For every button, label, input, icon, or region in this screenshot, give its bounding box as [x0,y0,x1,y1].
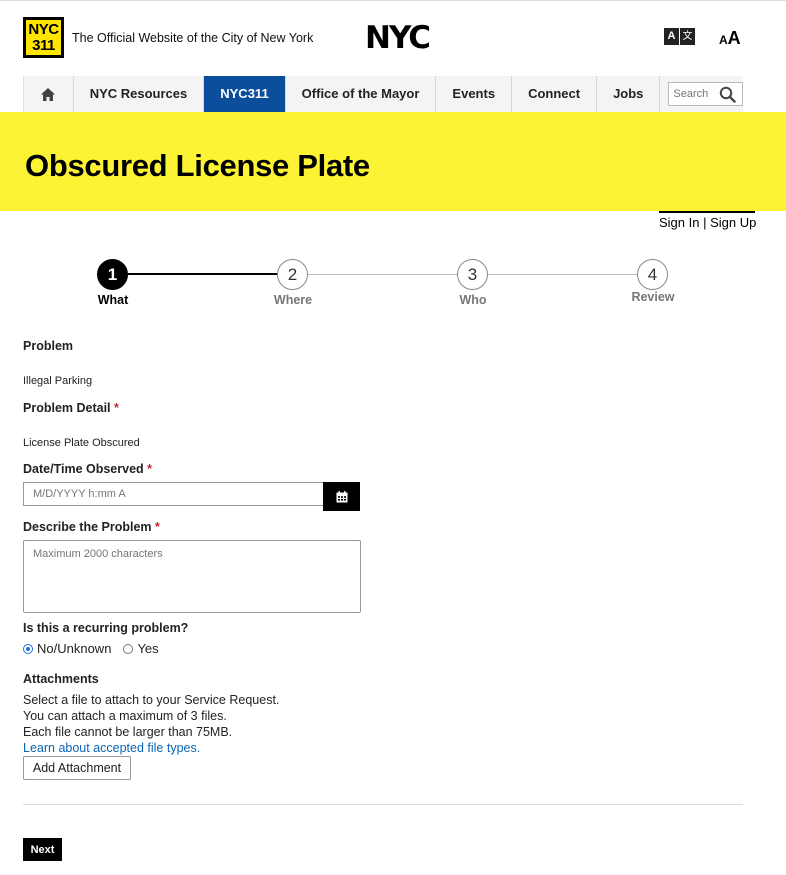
step-4-circle: 4 [637,259,668,290]
search-box [668,82,743,106]
step-connector [488,274,638,275]
nav-item-jobs[interactable]: Jobs [597,76,661,112]
text-size-small: A [719,33,728,47]
attachments-info: Select a file to attach to your Service … [23,692,279,756]
nyc311-logo[interactable]: NYC 311 [23,17,64,58]
translate-icon-b: 文 [680,28,695,45]
logo-line1: NYC [28,21,59,38]
describe-problem-label: Describe the Problem * [23,520,160,534]
text-size-icon[interactable]: AA [719,28,741,50]
main-nav: NYC Resources NYC311 Office of the Mayor… [23,76,743,112]
page-title: Obscured License Plate [25,148,370,183]
nyc-city-logo[interactable]: NYC [365,21,431,55]
account-links: Sign In | Sign Up [659,211,756,230]
radio-yes[interactable] [123,643,134,654]
step-2-circle: 2 [277,259,308,290]
calendar-button[interactable] [323,482,360,511]
step-3-circle: 3 [457,259,488,290]
date-time-input[interactable] [23,482,324,506]
text-size-large: A [727,28,741,48]
nav-item-office-of-the-mayor[interactable]: Office of the Mayor [285,76,437,112]
search-input[interactable] [669,83,722,105]
date-time-text: Date/Time Observed [23,462,144,476]
radio-no-unknown-label[interactable]: No/Unknown [37,641,111,656]
search-icon[interactable] [719,86,736,103]
logo-line2: 311 [32,37,55,54]
add-attachment-button[interactable]: Add Attachment [23,756,131,780]
required-marker: * [155,520,160,534]
form-divider [23,804,743,805]
file-types-link[interactable]: Learn about accepted file types. [23,740,279,756]
attachments-line2: You can attach a maximum of 3 files. [23,709,227,723]
calendar-icon [336,490,347,502]
site-header: NYC 311 The Official Website of the City… [0,0,786,76]
next-button[interactable]: Next [23,838,62,861]
page-banner: Obscured License Plate [0,112,786,211]
nav-item-connect[interactable]: Connect [512,76,598,112]
problem-value: Illegal Parking [23,375,93,387]
nav-item-nyc-resources[interactable]: NYC Resources [73,76,205,112]
step-4-label: Review [631,290,675,304]
step-3-label: Who [459,293,487,307]
radio-yes-label[interactable]: Yes [137,641,158,656]
problem-detail-text: Problem Detail [23,401,111,415]
account-separator: | [703,215,707,230]
sign-up-link[interactable]: Sign Up [710,215,756,230]
attachments-line1: Select a file to attach to your Service … [23,693,280,707]
site-tagline: The Official Website of the City of New … [72,31,314,45]
nav-item-nyc311[interactable]: NYC311 [204,76,286,112]
required-marker: * [147,462,153,476]
translate-icon[interactable]: A 文 [664,28,695,45]
progress-stepper: 1 2 3 4 What Where Who Review [0,258,786,318]
step-2-label: Where [273,293,313,307]
radio-no-unknown[interactable] [23,643,33,654]
translate-icon-a: A [664,28,679,45]
recurring-radio-group: No/Unknown Yes [23,641,171,656]
step-1-circle: 1 [97,259,128,290]
required-marker: * [114,401,119,415]
step-1-label: What [97,293,129,307]
date-time-label: Date/Time Observed * [23,462,152,476]
nav-home[interactable] [24,76,74,112]
recurring-label: Is this a recurring problem? [23,621,189,635]
nav-item-events[interactable]: Events [436,76,513,112]
describe-problem-text: Describe the Problem [23,520,152,534]
home-icon [41,88,56,102]
attachments-line3: Each file cannot be larger than 75MB. [23,725,233,739]
problem-label: Problem [23,339,74,353]
step-connector [308,274,458,275]
describe-problem-textarea[interactable] [23,540,361,613]
problem-detail-value: License Plate Obscured [23,437,140,449]
sign-in-link[interactable]: Sign In [659,215,699,230]
attachments-label: Attachments [23,672,99,686]
step-connector [128,273,278,275]
problem-detail-label: Problem Detail * [23,401,119,415]
